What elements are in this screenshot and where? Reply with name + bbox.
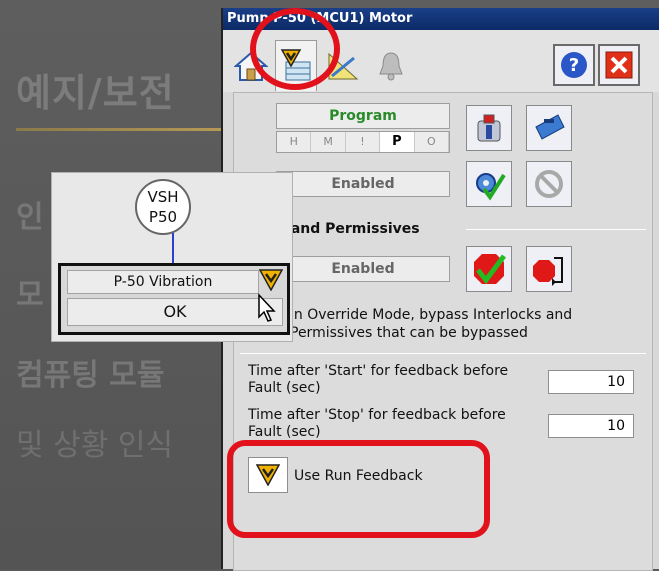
start-feedback-label: Time after 'Start' for feedback before F… (248, 363, 509, 396)
program-status: Program (276, 103, 450, 129)
slide-line-4: 및 상황 인식 (16, 428, 174, 463)
tag-connector-line (172, 233, 174, 263)
stop-feedback-label: Time after 'Stop' for feedback before Fa… (248, 407, 506, 440)
maintenance-release-button[interactable] (526, 105, 572, 151)
mode-operator: O (415, 132, 450, 152)
close-button[interactable] (598, 44, 640, 86)
vibration-status-value[interactable]: OK (67, 298, 283, 326)
slide-line-3: 컴퓨팅 모듈 (16, 358, 165, 393)
gear-check-icon (476, 173, 506, 201)
mode-program: P (380, 132, 415, 152)
maintenance-acquire-button[interactable] (466, 105, 512, 151)
bypass-enable-button[interactable] (466, 246, 512, 292)
enabled-status-1: Enabled (276, 171, 450, 197)
stop-bypass-icon (533, 257, 563, 286)
toolbox-person-icon (477, 114, 501, 142)
override-description: in Override Mode, bypass Interlocks and … (290, 307, 573, 341)
tag-bottom: P50 (148, 208, 178, 226)
enabled-status-2: Enabled (276, 256, 450, 282)
question-mark-icon: ? (561, 52, 587, 78)
slide-line-1: 인 (16, 200, 44, 235)
slide-title-underline (16, 128, 231, 131)
tag-top: VSH (147, 188, 179, 206)
stop-feedback-input[interactable]: 10 (548, 414, 634, 438)
vibration-name: P-50 Vibration (67, 270, 259, 294)
mode-override: ! (346, 132, 381, 152)
enable-button[interactable] (466, 161, 512, 207)
vibration-box: P-50 Vibration OK (58, 263, 290, 335)
close-x-icon (605, 51, 633, 79)
disable-button[interactable] (526, 161, 572, 207)
section-separator (240, 353, 646, 354)
mode-hand: H (277, 132, 312, 152)
slide-line-2: 모 (16, 278, 44, 313)
mode-indicator-bar: H M ! P O (276, 131, 450, 153)
highlight-circle-annotation (250, 8, 340, 90)
vsh-tag-bubble: VSH P50 (135, 179, 191, 235)
start-feedback-input[interactable]: 10 (548, 370, 634, 394)
toolbox-icon (535, 114, 565, 140)
mode-maintenance: M (311, 132, 346, 152)
help-button[interactable]: ? (553, 44, 595, 86)
stop-check-icon (474, 254, 506, 285)
disabled-prohibit-icon (535, 170, 563, 198)
vibration-popup: VSH P50 P-50 Vibration OK (51, 172, 293, 342)
bell-icon (379, 52, 403, 81)
highlight-rect-annotation (227, 440, 490, 538)
maintenance-wrench-icon (258, 269, 284, 295)
tab-alarms[interactable] (371, 44, 411, 88)
svg-text:?: ? (569, 55, 579, 76)
mouse-cursor-icon (258, 293, 276, 322)
slide-title: 예지/보전 (16, 71, 175, 115)
bypass-button[interactable] (526, 246, 572, 292)
section-divider (466, 229, 646, 230)
